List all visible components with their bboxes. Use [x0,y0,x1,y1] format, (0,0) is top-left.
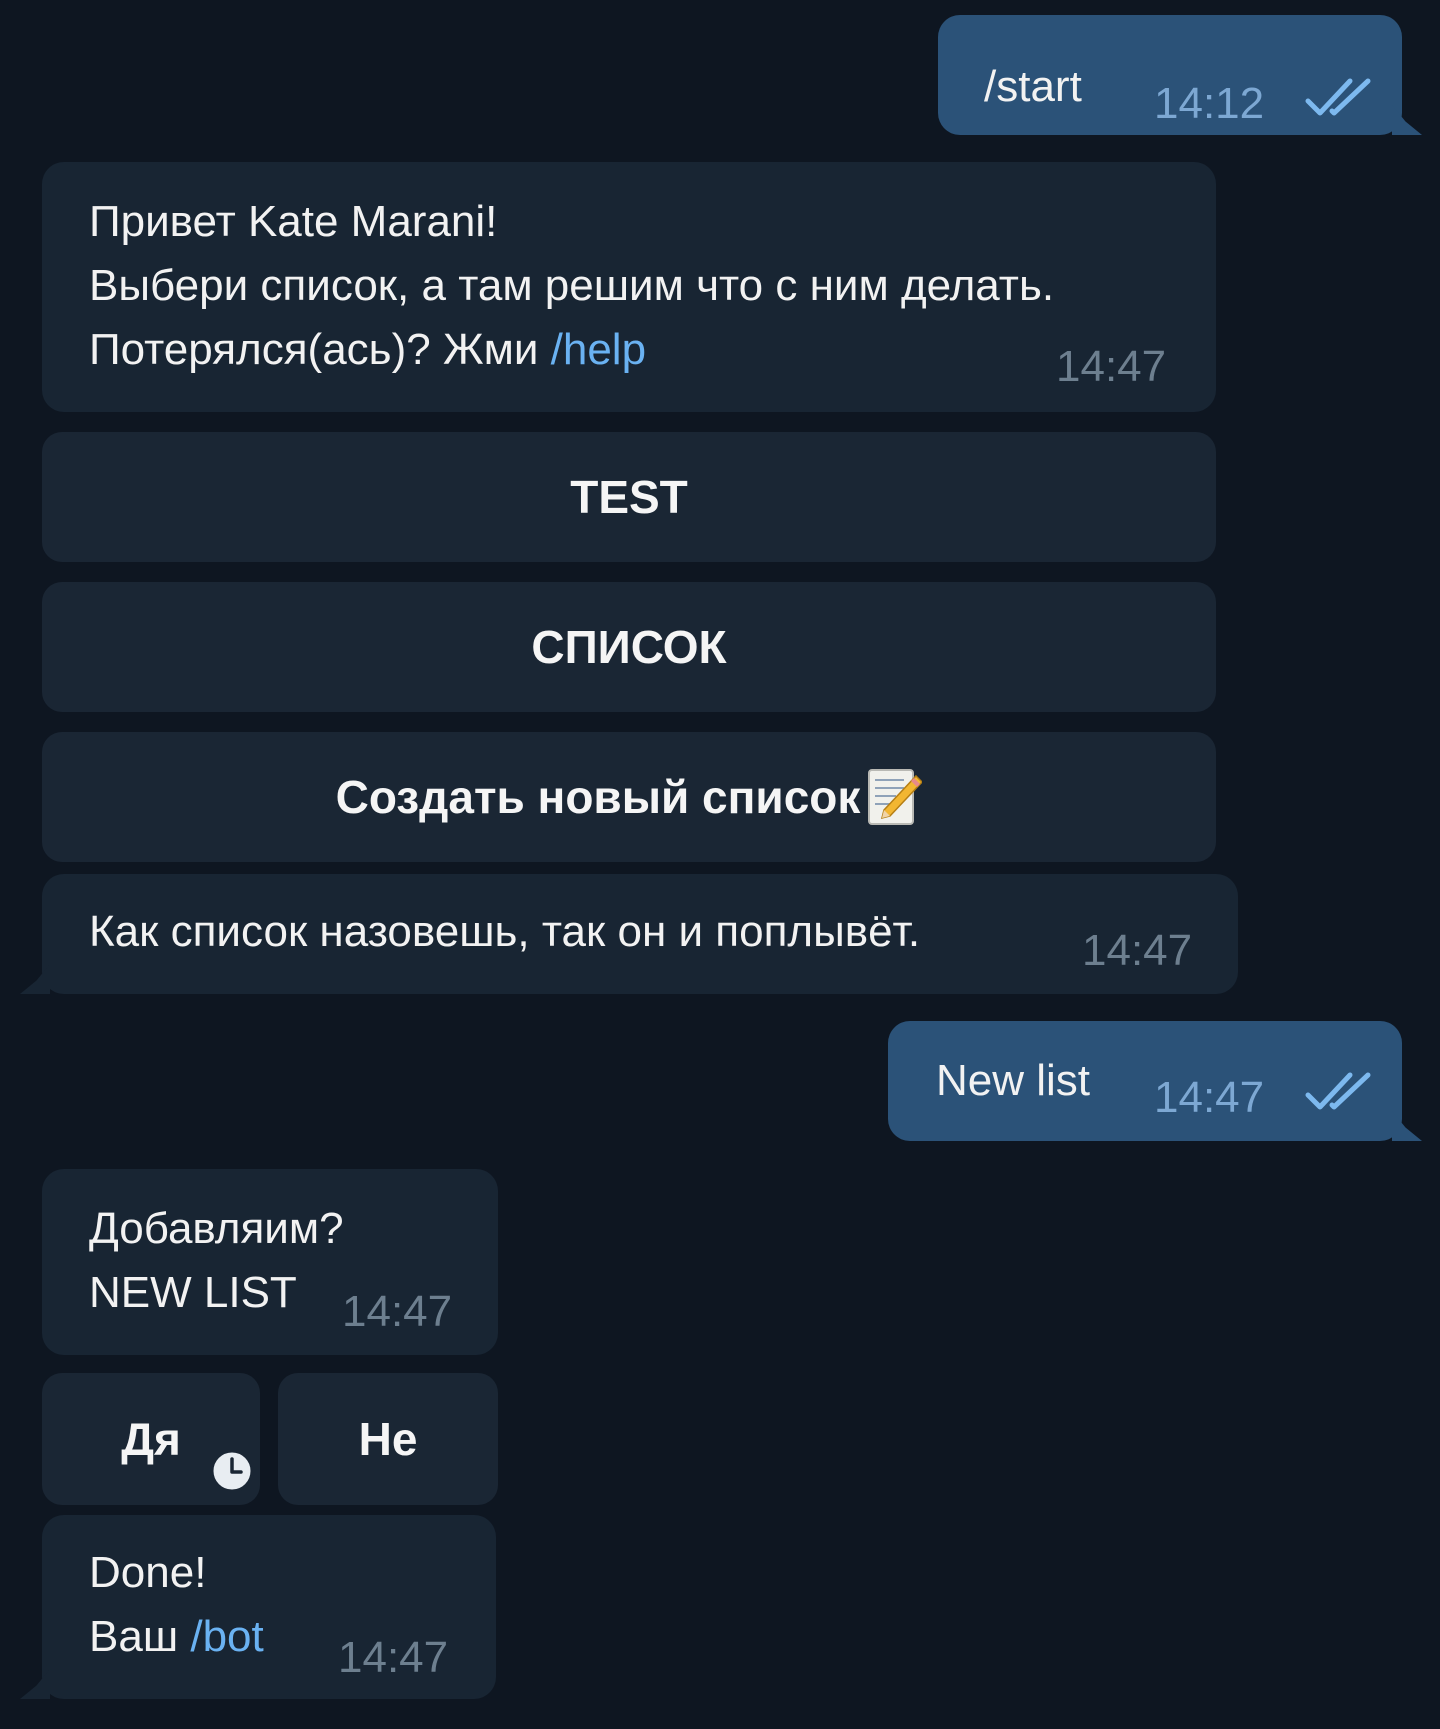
double-check-icon [1305,1072,1371,1110]
bubble-tail [1392,1111,1422,1141]
keyboard-button-create-list[interactable]: Создать новый список [42,732,1216,862]
message-line: NEW LIST [89,1268,297,1317]
button-label: TEST [570,471,688,523]
incoming-message-confirm[interactable]: Добавляим? NEW LIST 14:47 [42,1169,498,1355]
clock-icon [210,1449,254,1493]
message-time: 14:47 [338,1633,449,1682]
keyboard-button-test[interactable]: TEST [42,432,1216,562]
message-line: Выбери список, а там решим что с ним дел… [89,261,1055,310]
message-line: Ваш /bot [89,1605,264,1669]
message-line: Привет Kate Marani! [89,197,498,246]
bubble-tail [1392,105,1422,135]
message-line: Добавляим? [89,1204,344,1253]
double-check-icon [1305,78,1371,116]
bubble-tail [20,964,50,994]
incoming-message-done[interactable]: Done! Ваш /bot 14:47 [20,1515,496,1699]
message-text: Как список назовешь, так он и поплывёт. [89,907,921,956]
message-time: 14:47 [1056,342,1167,391]
message-time: 14:47 [1082,926,1193,975]
button-label: Не [358,1413,418,1465]
button-label: СПИСОК [531,621,727,673]
keyboard-button-no[interactable]: Не [278,1373,498,1505]
help-command-link[interactable]: /help [551,325,646,374]
button-label: Создать новый список [335,771,861,823]
incoming-message-greeting[interactable]: Привет Kate Marani! Выбери список, а там… [42,162,1216,412]
message-time: 14:12 [1154,79,1265,128]
message-time: 14:47 [342,1287,453,1336]
message-text: /start [984,62,1082,111]
outgoing-message-new-list[interactable]: New list 14:47 [888,1021,1422,1141]
message-line-prefix: Потерялся(ась)? Жми [89,325,551,374]
keyboard-button-yes[interactable]: Дя [42,1373,260,1505]
keyboard-button-list[interactable]: СПИСОК [42,582,1216,712]
message-line: Done! [89,1548,207,1597]
bot-command-link[interactable]: /bot [190,1612,263,1661]
incoming-message-name-prompt[interactable]: Как список назовешь, так он и поплывёт. … [20,874,1238,994]
button-label: Дя [121,1413,181,1465]
message-line-prefix: Ваш [89,1612,191,1661]
bubble-tail [20,1669,50,1699]
outgoing-message-start[interactable]: /start 14:12 [938,15,1422,135]
message-text: New list [936,1056,1091,1105]
message-time: 14:47 [1154,1073,1265,1122]
message-line: Потерялся(ась)? Жми /help [89,318,646,382]
memo-pencil-icon [868,769,923,825]
